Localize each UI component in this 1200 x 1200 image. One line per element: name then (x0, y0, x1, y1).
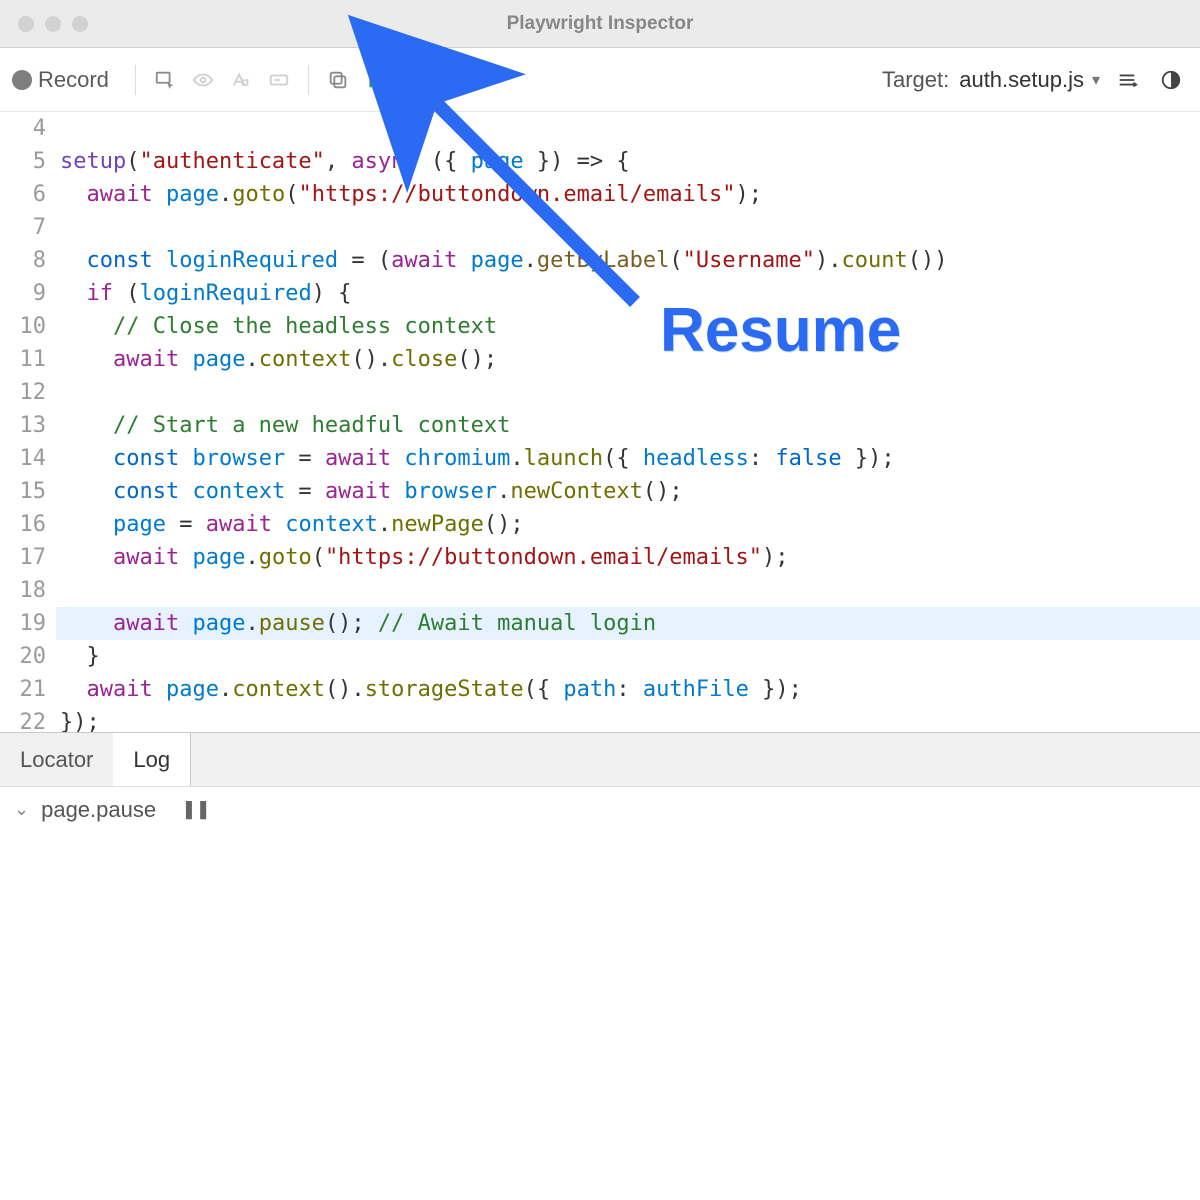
code-line[interactable]: setup("authenticate", async ({ page }) =… (56, 145, 1200, 178)
code-line[interactable] (56, 376, 1200, 409)
step-over-button[interactable] (435, 63, 469, 97)
toolbar: Record (0, 48, 1200, 112)
code-line[interactable]: await page.goto("https://buttondown.emai… (56, 541, 1200, 574)
record-icon (12, 70, 32, 90)
record-button[interactable]: Record (12, 67, 123, 93)
code-line[interactable] (56, 112, 1200, 145)
code-line[interactable]: if (loginRequired) { (56, 277, 1200, 310)
assert-visibility-button[interactable] (186, 63, 220, 97)
chevron-down-icon: ⌄ (14, 799, 29, 820)
code-editor[interactable]: 45678910111213141516171819202122 setup("… (0, 112, 1200, 732)
code-line[interactable]: await page.pause(); // Await manual logi… (56, 607, 1200, 640)
code-line[interactable]: await page.context().close(); (56, 343, 1200, 376)
chevron-down-icon: ▾ (1092, 70, 1100, 90)
record-label: Record (38, 67, 109, 93)
pause-button[interactable] (397, 63, 431, 97)
code-line[interactable]: const loginRequired = (await page.getByL… (56, 244, 1200, 277)
resume-button[interactable] (359, 63, 393, 97)
code-line[interactable] (56, 211, 1200, 244)
code-line[interactable]: }); (56, 706, 1200, 732)
code-line[interactable]: page = await context.newPage(); (56, 508, 1200, 541)
target-value: auth.setup.js (959, 67, 1084, 93)
log-entry-text: page.pause (41, 797, 156, 823)
pick-locator-button[interactable] (148, 63, 182, 97)
target-label: Target: (882, 67, 949, 93)
code-area[interactable]: setup("authenticate", async ({ page }) =… (56, 112, 1200, 732)
code-line[interactable]: await page.goto("https://buttondown.emai… (56, 178, 1200, 211)
tab-locator[interactable]: Locator (0, 733, 113, 786)
filter-list-button[interactable] (1110, 63, 1144, 97)
toolbar-separator (308, 65, 309, 95)
code-line[interactable]: // Close the headless context (56, 310, 1200, 343)
toolbar-separator (135, 65, 136, 95)
code-line[interactable]: const context = await browser.newContext… (56, 475, 1200, 508)
line-gutter: 45678910111213141516171819202122 (0, 112, 56, 732)
pause-icon: ❚❚ (168, 797, 211, 822)
assert-value-button[interactable] (262, 63, 296, 97)
window-titlebar: Playwright Inspector (0, 0, 1200, 48)
assert-text-button[interactable] (224, 63, 258, 97)
tab-log[interactable]: Log (113, 733, 191, 786)
code-line[interactable]: // Start a new headful context (56, 409, 1200, 442)
window-title: Playwright Inspector (0, 13, 1200, 35)
target-select[interactable]: auth.setup.js ▾ (959, 67, 1100, 93)
code-line[interactable]: const browser = await chromium.launch({ … (56, 442, 1200, 475)
code-line[interactable]: await page.context().storageState({ path… (56, 673, 1200, 706)
theme-toggle-button[interactable] (1154, 63, 1188, 97)
code-line[interactable]: } (56, 640, 1200, 673)
code-line[interactable] (56, 574, 1200, 607)
bottom-tab-bar: Locator Log (0, 732, 1200, 786)
log-entry[interactable]: ⌄ page.pause ❚❚ (0, 786, 1200, 832)
copy-button[interactable] (321, 63, 355, 97)
